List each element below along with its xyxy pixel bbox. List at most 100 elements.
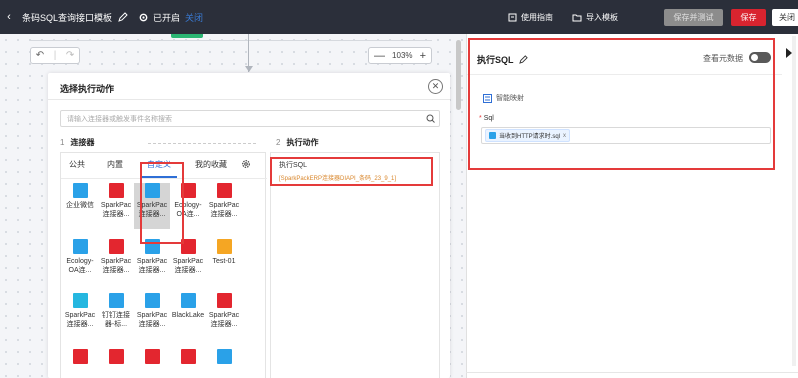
connector-item[interactable]: SparkPac 连接器... bbox=[62, 293, 98, 339]
connector-logo-icon bbox=[108, 349, 124, 364]
flow-connector-line bbox=[30, 40, 432, 41]
guide-icon bbox=[508, 13, 517, 21]
connector-logo-icon bbox=[216, 293, 232, 308]
connector-name-line2: OA连... bbox=[68, 267, 92, 274]
connector-name: BlackLake bbox=[171, 312, 205, 319]
connector-search-input[interactable]: 请输入连接器或触发事件名称搜索 bbox=[60, 110, 440, 127]
connector-name: SparkPac bbox=[136, 258, 168, 265]
zoom-level: 103% bbox=[392, 51, 413, 60]
connector-logo-icon bbox=[72, 349, 88, 364]
highlight-config bbox=[468, 38, 775, 170]
connector-logo-icon bbox=[72, 183, 88, 198]
step-action: 2 执行动作 bbox=[276, 137, 318, 148]
connector-name: Ecology- bbox=[66, 258, 94, 265]
search-placeholder: 请输入连接器或触发事件名称搜索 bbox=[67, 115, 172, 123]
gear-icon[interactable] bbox=[241, 159, 251, 169]
step-label: 连接器 bbox=[70, 138, 95, 147]
status-text: 已开启 bbox=[153, 12, 181, 23]
connector-item[interactable]: 钉钉连接 器-标... bbox=[98, 293, 134, 339]
connector-logo-icon bbox=[216, 239, 232, 254]
import-label: 导入模板 bbox=[586, 12, 618, 22]
select-action-panel: 选择执行动作 ✕ 请输入连接器或触发事件名称搜索 1 连接器 2 执行动作 公共 内… bbox=[48, 73, 450, 378]
connector-name-line2: 连接器... bbox=[102, 211, 130, 218]
top-bar: ‹ 条码SQL查询接口模板 已开启 关闭 使用指南 导入模板 保存并测试 保存 … bbox=[0, 0, 798, 34]
connector-item[interactable]: SparkPac 连接器... bbox=[134, 239, 170, 285]
connector-logo-icon bbox=[216, 349, 232, 364]
connector-item[interactable] bbox=[134, 349, 170, 378]
step-divider bbox=[148, 143, 256, 144]
connector-name: SparkPac bbox=[100, 202, 132, 209]
guide-link[interactable]: 使用指南 bbox=[508, 0, 553, 34]
connector-logo-icon bbox=[72, 293, 88, 308]
connector-logo-icon bbox=[108, 239, 124, 254]
connector-item[interactable]: BlackLake bbox=[170, 293, 206, 339]
search-icon[interactable] bbox=[426, 114, 435, 123]
zoom-in-icon[interactable]: + bbox=[420, 50, 426, 62]
undo-redo-group: ↶ | ↷ bbox=[30, 47, 80, 64]
divider bbox=[466, 372, 798, 373]
close-button[interactable]: 关闭 bbox=[772, 9, 798, 26]
close-icon[interactable]: ✕ bbox=[428, 79, 443, 94]
zoom-out-icon[interactable]: — bbox=[374, 50, 385, 62]
guide-label: 使用指南 bbox=[521, 12, 553, 22]
expand-arrow-icon[interactable] bbox=[786, 48, 792, 58]
divider: | bbox=[53, 50, 57, 61]
chevron-left-icon[interactable]: ‹ bbox=[0, 11, 18, 23]
connector-item[interactable]: SparkPac 连接器... bbox=[98, 183, 134, 229]
edit-icon[interactable] bbox=[118, 12, 128, 22]
connector-name-line2: 连接器... bbox=[66, 321, 94, 328]
connector-item[interactable]: SparkPac 连接器... bbox=[98, 239, 134, 285]
step-label: 执行动作 bbox=[286, 138, 319, 147]
connector-logo-icon bbox=[108, 183, 124, 198]
connector-item[interactable]: SparkPac 连接器... bbox=[170, 239, 206, 285]
page-title: 条码SQL查询接口模板 bbox=[22, 12, 113, 23]
divider bbox=[48, 99, 450, 100]
connector-logo-icon bbox=[72, 239, 88, 254]
save-button[interactable]: 保存 bbox=[731, 9, 766, 26]
connector-item[interactable]: SparkPac 连接器... bbox=[206, 293, 242, 339]
connector-name-line2: 连接器... bbox=[174, 267, 202, 274]
connector-name: SparkPac bbox=[208, 312, 240, 319]
save-and-test-button[interactable]: 保存并测试 bbox=[664, 9, 723, 26]
connector-item[interactable]: 企业微信 bbox=[62, 183, 98, 229]
canvas-scrollbar[interactable] bbox=[456, 40, 461, 110]
tab-favorites[interactable]: 我的收藏 bbox=[195, 159, 227, 170]
highlight-action bbox=[270, 157, 433, 186]
zoom-control: — 103% + bbox=[368, 47, 432, 64]
connector-logo-icon bbox=[180, 349, 196, 364]
connector-name: Test-01 bbox=[212, 258, 236, 265]
close-link[interactable]: 关闭 bbox=[185, 11, 203, 24]
connector-name: SparkPac bbox=[100, 258, 132, 265]
connector-logo-icon bbox=[180, 293, 196, 308]
connector-item[interactable]: SparkPac 连接器... bbox=[134, 293, 170, 339]
step-number: 2 bbox=[276, 138, 281, 147]
redo-icon[interactable]: ↷ bbox=[66, 50, 74, 61]
tab-builtin[interactable]: 内置 bbox=[107, 159, 123, 170]
connector-name: SparkPac bbox=[208, 202, 240, 209]
connector-logo-icon bbox=[144, 349, 160, 364]
connector-name-line2: 连接器... bbox=[102, 267, 130, 274]
connector-item[interactable] bbox=[206, 349, 242, 378]
flow-arrow-icon bbox=[245, 66, 253, 72]
connector-name: SparkPac bbox=[172, 258, 204, 265]
panel-title: 选择执行动作 bbox=[60, 84, 115, 94]
connector-item[interactable]: Ecology- OA连... bbox=[62, 239, 98, 285]
connector-logo-icon bbox=[144, 293, 160, 308]
connector-item[interactable]: SparkPac 连接器... bbox=[206, 183, 242, 229]
undo-icon[interactable]: ↶ bbox=[36, 50, 44, 61]
status-gear-icon bbox=[139, 13, 148, 21]
connector-name-line2: 连接器... bbox=[138, 321, 166, 328]
config-scrollbar[interactable] bbox=[792, 36, 796, 366]
connector-logo-icon bbox=[108, 293, 124, 308]
highlight-custom-tab bbox=[140, 162, 184, 244]
connector-item[interactable] bbox=[98, 349, 134, 378]
connector-name: SparkPac bbox=[64, 312, 96, 319]
connector-name-line2: 器-标... bbox=[104, 321, 128, 328]
tab-public[interactable]: 公共 bbox=[69, 159, 85, 170]
connector-logo-icon bbox=[216, 183, 232, 198]
connector-item[interactable]: Test-01 bbox=[206, 239, 242, 285]
import-link[interactable]: 导入模板 bbox=[572, 0, 618, 34]
connector-name-line2: 连接器... bbox=[210, 321, 238, 328]
connector-item[interactable] bbox=[170, 349, 206, 378]
connector-item[interactable] bbox=[62, 349, 98, 378]
